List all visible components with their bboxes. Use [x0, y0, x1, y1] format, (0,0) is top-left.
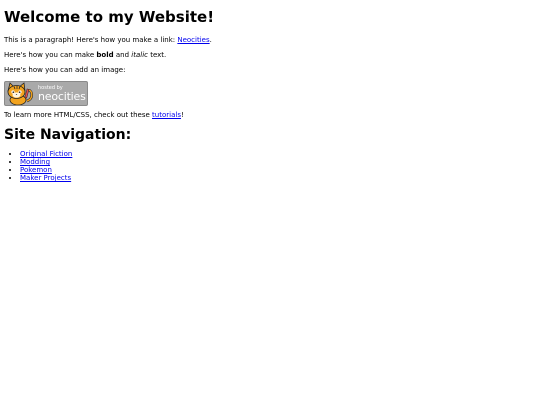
nav-item-maker-projects: Maker Projects — [20, 174, 540, 182]
nav-item-modding: Modding — [20, 158, 540, 166]
neocities-link[interactable]: Neocities — [177, 36, 209, 44]
badge-text: hosted by neocities — [38, 85, 86, 102]
neocities-badge-image: hosted by neocities — [4, 81, 88, 106]
learn-text-end: ! — [180, 111, 184, 119]
nav-item-original-fiction: Original Fiction — [20, 150, 540, 158]
nav-link-maker-projects[interactable]: Maker Projects — [20, 174, 71, 182]
page-title: Welcome to my Website! — [4, 8, 215, 26]
site-navigation-list: Original Fiction Modding Pokemon Maker P… — [4, 150, 540, 182]
intro-text: This is a paragraph! Here's how you make… — [4, 36, 178, 44]
image-paragraph: Here's how you can add an image: — [4, 66, 126, 74]
nav-link-original-fiction[interactable]: Original Fiction — [20, 150, 72, 158]
learn-text: To learn more HTML/CSS, check out these — [4, 111, 153, 119]
formatting-text-end: text. — [147, 51, 167, 59]
formatting-text: Here's how you can make — [4, 51, 97, 59]
neocities-cat-icon — [7, 82, 34, 105]
bold-text: bold — [96, 51, 114, 59]
intro-text-end: . — [209, 36, 212, 44]
intro-paragraph: This is a paragraph! Here's how you make… — [4, 36, 540, 45]
learn-paragraph: To learn more HTML/CSS, check out these … — [4, 111, 540, 120]
badge-big-text: neocities — [38, 90, 86, 103]
italic-text: italic — [131, 51, 148, 59]
nav-heading: Site Navigation: — [4, 127, 132, 143]
nav-item-pokemon: Pokemon — [20, 166, 540, 174]
nav-link-pokemon[interactable]: Pokemon — [20, 166, 52, 174]
formatting-paragraph: Here's how you can make bold and italic … — [4, 51, 540, 60]
formatting-text-middle: and — [113, 51, 132, 59]
nav-link-modding[interactable]: Modding — [20, 158, 50, 166]
tutorials-link[interactable]: tutorials — [152, 111, 181, 119]
image-container: hosted by neocities — [4, 81, 540, 107]
